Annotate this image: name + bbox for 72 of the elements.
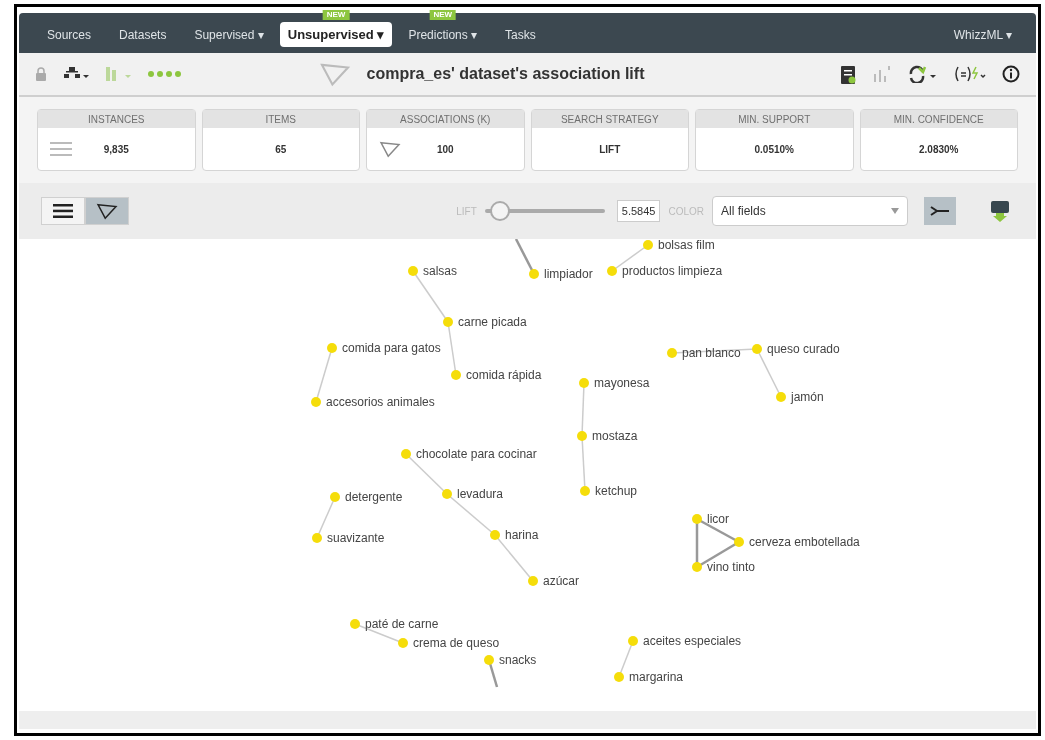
caret-icon bbox=[891, 208, 899, 214]
stat-label: SEARCH STRATEGY bbox=[560, 112, 659, 127]
node-label: jamón bbox=[791, 389, 824, 405]
node-label: levadura bbox=[457, 486, 504, 502]
graph-view-button[interactable] bbox=[85, 197, 129, 225]
nav-tab[interactable]: Sources bbox=[35, 22, 104, 47]
dots-icon[interactable] bbox=[147, 70, 183, 78]
node-label: licor bbox=[707, 511, 729, 527]
image-download-icon bbox=[990, 200, 1010, 222]
node-label: suavizante bbox=[327, 530, 385, 546]
stat-value: LIFT bbox=[598, 142, 622, 157]
nav-tab[interactable]: Tasks bbox=[493, 22, 548, 47]
node-label: limpiador bbox=[544, 266, 593, 282]
color-select[interactable]: All fields bbox=[712, 196, 908, 226]
filter-button[interactable] bbox=[924, 197, 956, 225]
node-label: comida para gatos bbox=[342, 340, 441, 356]
cycle-icon[interactable] bbox=[908, 65, 938, 83]
node-label: cerveza embotellada bbox=[749, 534, 860, 550]
node-label: queso curado bbox=[767, 341, 840, 357]
new-badge: NEW bbox=[429, 9, 457, 20]
list-icon bbox=[50, 142, 72, 156]
bar-chart-icon[interactable] bbox=[872, 66, 892, 82]
node-label: margarina bbox=[629, 669, 684, 685]
page-title: compra_es' dataset's association lift bbox=[366, 64, 645, 84]
node-label: mostaza bbox=[592, 428, 638, 444]
connector-icon bbox=[930, 205, 950, 217]
node-label: detergente bbox=[345, 489, 403, 505]
nav-tab[interactable]: Datasets bbox=[107, 22, 179, 47]
lift-slider[interactable] bbox=[484, 201, 605, 221]
node-label: harina bbox=[505, 527, 539, 543]
stat-label: MIN. CONFIDENCE bbox=[893, 112, 984, 127]
new-badge: NEW bbox=[322, 9, 350, 20]
node-label: chocolate para cocinar bbox=[416, 446, 537, 462]
nav-tab[interactable]: Unsupervised ▾ bbox=[279, 21, 393, 47]
stat-value: 65 bbox=[274, 142, 288, 157]
formula-icon[interactable] bbox=[954, 65, 986, 83]
node-label: salsas bbox=[423, 263, 457, 279]
info-icon[interactable] bbox=[1002, 65, 1020, 83]
stat-value: 100 bbox=[435, 142, 455, 157]
node-label: bolsas film bbox=[658, 237, 715, 253]
node-label: carne picada bbox=[458, 314, 527, 330]
node-label: comida rápida bbox=[466, 367, 542, 383]
node-label: productos limpieza bbox=[622, 263, 723, 279]
node-label: vino tinto bbox=[707, 559, 756, 575]
node-label: aceites especiales bbox=[643, 633, 742, 649]
lift-value-field[interactable]: 5.5845 bbox=[616, 199, 661, 223]
nav-tab[interactable]: Supervised ▾ bbox=[182, 22, 276, 47]
stat-label: MIN. SUPPORT bbox=[738, 112, 811, 127]
stat-value: 9,835 bbox=[102, 142, 130, 157]
node-label: mayonesa bbox=[594, 375, 650, 391]
node-label: accesorios animales bbox=[326, 394, 435, 410]
nav-tab[interactable]: Predictions ▾ bbox=[396, 22, 490, 47]
graph-icon bbox=[96, 202, 118, 220]
stat-value: 2.0830% bbox=[918, 142, 960, 157]
node-label: ketchup bbox=[595, 483, 638, 499]
stat-label: ASSOCIATIONS (K) bbox=[400, 112, 491, 127]
stat-value: 0.0510% bbox=[753, 142, 795, 157]
nav-menu[interactable]: WhizzML ▾ bbox=[945, 23, 1020, 47]
node-label: pan blanco bbox=[682, 345, 741, 361]
association-icon bbox=[379, 140, 401, 158]
list-view-button[interactable] bbox=[41, 197, 85, 225]
node-label: crema de queso bbox=[413, 635, 500, 651]
stat-label: INSTANCES bbox=[88, 112, 145, 127]
cluster-icon[interactable] bbox=[105, 66, 131, 82]
node-label: paté de carne bbox=[365, 616, 439, 632]
node-label: snacks bbox=[499, 652, 537, 668]
list-icon bbox=[53, 204, 73, 218]
stat-label: ITEMS bbox=[265, 112, 297, 127]
lift-slider-thumb[interactable] bbox=[489, 201, 510, 221]
clipboard-icon[interactable] bbox=[840, 64, 856, 84]
node-label: azúcar bbox=[543, 573, 580, 589]
lock-icon[interactable] bbox=[35, 67, 47, 81]
